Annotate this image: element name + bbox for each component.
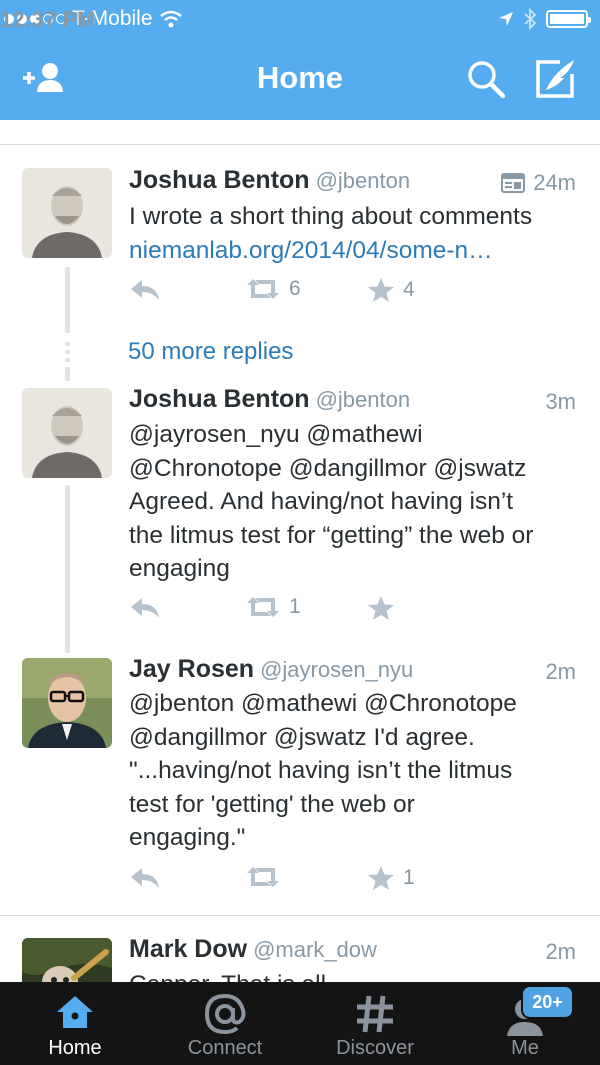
retweet-button[interactable]: 6 — [245, 277, 301, 301]
search-icon[interactable] — [462, 56, 512, 102]
retweet-count: 6 — [289, 277, 301, 300]
status-right — [498, 8, 591, 30]
tweet-time: 2m — [545, 939, 576, 965]
author-handle[interactable]: @jbenton — [316, 168, 411, 193]
summary-card-icon — [501, 173, 526, 193]
author-handle[interactable]: @jbenton — [316, 387, 411, 412]
tab-label: Me — [511, 1037, 539, 1059]
tweet-actions: 1 — [129, 865, 489, 895]
favorite-button[interactable]: 4 — [367, 277, 415, 303]
tab-connect[interactable]: Connect — [150, 982, 300, 1065]
tweet-text-line: I wrote a short thing about comments — [129, 203, 533, 230]
tab-label: Home — [48, 1037, 102, 1059]
tweet-text: @jbenton @mathewi @Chronotope @dangillmo… — [129, 687, 589, 855]
tweet-time: 2m — [545, 659, 576, 685]
avatar[interactable] — [22, 388, 112, 478]
tweet-text-line: @dangillmor @jswatz I'd agree. — [129, 723, 475, 751]
reply-button[interactable] — [129, 865, 161, 891]
tweet-author[interactable]: Joshua Benton @jbenton — [129, 166, 410, 195]
divider — [0, 915, 600, 916]
retweet-button[interactable] — [245, 865, 289, 889]
thread-line — [65, 367, 70, 381]
tweet-text: @jayrosen_nyu @mathewi @Chronotope @dang… — [129, 418, 589, 586]
tweet-text-line: @jayrosen_nyu @mathewi — [129, 421, 423, 448]
tweet-text: Capper. That is all. — [129, 968, 589, 982]
hashtag-icon — [357, 995, 393, 1033]
tweet-author[interactable]: Joshua Benton @jbenton — [129, 385, 410, 414]
favorite-button[interactable] — [367, 595, 403, 621]
author-handle[interactable]: @mark_dow — [253, 937, 377, 962]
tab-home[interactable]: Home — [0, 982, 150, 1065]
thread-gap-dot — [65, 342, 70, 346]
divider — [0, 144, 600, 145]
tweet-text-line: Agreed. And having/not having isn’t — [129, 488, 514, 515]
author-name[interactable]: Joshua Benton — [129, 385, 310, 413]
tweet-text-line: @jbenton @mathewi @Chronotope — [129, 690, 517, 717]
compose-icon[interactable] — [532, 56, 582, 102]
tweet-text-line: Capper. That is all. — [129, 968, 589, 982]
reply-icon — [131, 868, 159, 888]
status-bar: T-Mobile 12:37 PM — [0, 0, 600, 38]
tweet-time: 3m — [545, 389, 576, 415]
retweet-count: 1 — [289, 595, 301, 618]
tab-label: Connect — [187, 1037, 263, 1059]
time-label: 2m — [545, 659, 576, 684]
tweet-author[interactable]: Mark Dow @mark_dow — [129, 935, 377, 964]
tweet-text-line: "...having/not having isn’t the litmus — [129, 757, 513, 784]
thread-gap-dot — [65, 358, 70, 362]
avatar[interactable] — [22, 168, 112, 258]
tab-discover[interactable]: Discover — [300, 982, 450, 1065]
bluetooth-icon — [524, 8, 536, 30]
tweet-time: 24m — [501, 170, 576, 196]
tweet-text-line: engaging — [129, 555, 230, 582]
tweet-text-line: @Chronotope @dangillmor @jswatz — [129, 454, 527, 482]
tab-label: Discover — [336, 1037, 414, 1059]
tweet-actions: 6 4 — [129, 277, 489, 307]
retweet-icon — [247, 597, 279, 617]
home-icon — [57, 996, 93, 1028]
author-name[interactable]: Jay Rosen — [129, 655, 254, 683]
tweet-author[interactable]: Jay Rosen @jayrosen_nyu — [129, 655, 413, 684]
favorite-count: 1 — [403, 866, 415, 889]
retweet-icon — [247, 867, 279, 887]
time-label: 2m — [545, 939, 576, 964]
author-name[interactable]: Joshua Benton — [129, 166, 310, 194]
tweet-text-line: engaging." — [129, 824, 246, 851]
notification-badge: 20+ — [523, 987, 572, 1017]
tweet-actions: 1 — [129, 595, 489, 625]
author-handle[interactable]: @jayrosen_nyu — [260, 657, 413, 682]
time-label: 3m — [545, 389, 576, 414]
time-label: 24m — [533, 170, 576, 195]
reply-button[interactable] — [129, 595, 161, 621]
timeline[interactable]: Joshua Benton @jbenton 24m I wrote a shor… — [0, 120, 600, 982]
location-icon — [499, 12, 513, 26]
retweet-icon — [247, 279, 279, 299]
avatar[interactable] — [22, 938, 112, 982]
tweet-text: I wrote a short thing about comments nie… — [129, 200, 589, 267]
reply-icon — [131, 598, 159, 618]
tweet-text-line: the litmus test for “getting” the web or — [129, 521, 534, 549]
reply-icon — [131, 280, 159, 300]
tweet-text-line: test for 'getting' the web or — [129, 790, 415, 818]
thread-line — [65, 267, 70, 333]
star-icon — [368, 866, 394, 890]
retweet-button[interactable]: 1 — [245, 595, 301, 619]
tab-bar: Home Connect Discover Me — [0, 982, 600, 1065]
thread-line — [65, 485, 70, 653]
favorite-button[interactable]: 1 — [367, 865, 415, 891]
reply-button[interactable] — [129, 277, 161, 303]
star-icon — [368, 596, 394, 620]
battery-icon — [546, 10, 591, 28]
avatar[interactable] — [22, 658, 112, 748]
nav-bar: Home — [0, 38, 600, 120]
thread-gap-dot — [65, 350, 70, 354]
author-name[interactable]: Mark Dow — [129, 935, 247, 963]
star-icon — [368, 278, 394, 302]
favorite-count: 4 — [403, 278, 415, 301]
tweet-link[interactable]: niemanlab.org/2014/04/some-n… — [129, 234, 589, 268]
at-icon — [204, 993, 246, 1035]
more-replies-link[interactable]: 50 more replies — [128, 338, 293, 366]
